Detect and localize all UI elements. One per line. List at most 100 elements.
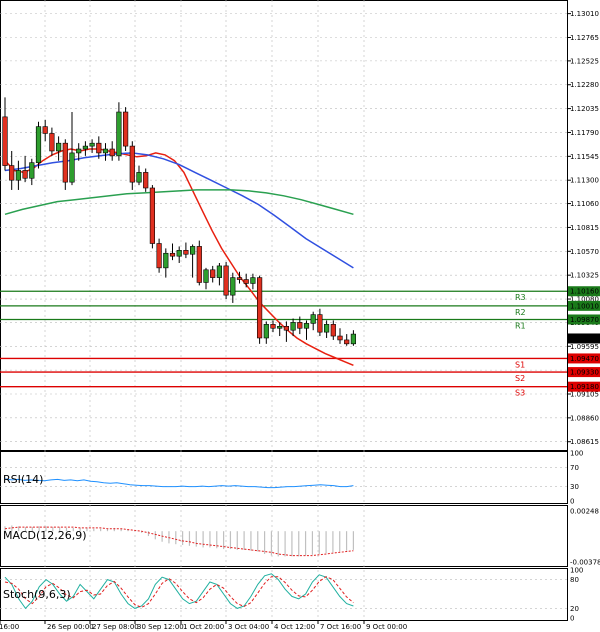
level-price-label: 1.09180 bbox=[570, 383, 599, 391]
candle bbox=[123, 107, 129, 151]
candle-body bbox=[243, 279, 249, 284]
grid bbox=[0, 0, 567, 620]
rsi-y-tick-label: 30 bbox=[570, 483, 579, 491]
candle-body bbox=[169, 252, 176, 257]
candle-body bbox=[183, 250, 189, 255]
candle bbox=[350, 330, 357, 346]
x-tick-label: 9 Oct 00:00 bbox=[366, 623, 407, 631]
candle bbox=[344, 334, 350, 346]
candle-body bbox=[149, 187, 156, 244]
y-tick-label: 1.12765 bbox=[570, 34, 599, 42]
candle bbox=[203, 267, 209, 290]
candle-body bbox=[55, 142, 62, 152]
candle-body bbox=[96, 142, 102, 154]
stoch-y-tick-label: 20 bbox=[570, 605, 579, 613]
candle bbox=[116, 102, 122, 161]
candle-body bbox=[210, 269, 216, 278]
candle bbox=[263, 321, 269, 344]
candle bbox=[136, 165, 142, 186]
x-tick-label: 16:00 bbox=[0, 623, 19, 631]
candle bbox=[89, 139, 95, 153]
y-tick-label: 1.11790 bbox=[570, 129, 599, 137]
candle-body bbox=[270, 324, 276, 329]
y-tick-label: 1.13010 bbox=[570, 10, 599, 18]
candle-body bbox=[256, 277, 263, 339]
candle-body bbox=[22, 170, 28, 179]
candle-body bbox=[277, 325, 283, 329]
candle bbox=[22, 155, 28, 183]
y-tick-label: 1.10815 bbox=[570, 224, 599, 232]
stoch-y-tick-label: 80 bbox=[570, 576, 579, 584]
candle-body bbox=[2, 116, 8, 166]
y-tick-label: 1.09595 bbox=[570, 343, 599, 351]
candle-body bbox=[317, 314, 323, 333]
y-tick-label: 1.10325 bbox=[570, 272, 599, 280]
y-tick-label: 1.11300 bbox=[570, 177, 599, 185]
candle-body bbox=[290, 322, 296, 331]
candle-body bbox=[62, 142, 68, 183]
candle-body bbox=[223, 265, 229, 296]
candle bbox=[169, 243, 176, 261]
candle bbox=[317, 308, 323, 337]
candle-body bbox=[129, 145, 135, 183]
candle-body bbox=[297, 322, 303, 329]
candle-body bbox=[156, 243, 162, 269]
candle-body bbox=[9, 165, 15, 181]
y-tick-label: 1.08860 bbox=[570, 414, 599, 422]
rsi-y-tick-label: 70 bbox=[570, 464, 579, 472]
candle-body bbox=[303, 323, 310, 329]
level-name-s1: S1 bbox=[515, 360, 525, 369]
level-price-label: 1.10010 bbox=[570, 302, 599, 310]
level-price-label: 1.09330 bbox=[570, 369, 599, 377]
candle bbox=[196, 240, 202, 286]
candle-body bbox=[263, 324, 269, 339]
candle-body bbox=[350, 333, 357, 345]
level-name-s3: S3 bbox=[515, 389, 525, 398]
candle bbox=[210, 265, 216, 283]
level-price-label: 1.09870 bbox=[570, 316, 599, 324]
x-tick-label: 4 Oct 12:00 bbox=[274, 623, 315, 631]
y-tick-label: 1.11060 bbox=[570, 200, 599, 208]
candle-body bbox=[196, 246, 202, 283]
candle bbox=[143, 168, 149, 192]
y-tick-label: 1.12035 bbox=[570, 105, 599, 113]
y-tick-label: 1.08615 bbox=[570, 438, 599, 446]
current-price-label: 1.09675 bbox=[570, 335, 599, 343]
y-tick-label: 1.12280 bbox=[570, 81, 599, 89]
candle-body bbox=[109, 148, 115, 157]
candle-body bbox=[116, 111, 122, 157]
candle bbox=[156, 238, 162, 273]
candle bbox=[323, 320, 330, 338]
candle bbox=[55, 136, 62, 161]
candle bbox=[243, 273, 249, 288]
candle-body bbox=[82, 145, 88, 150]
candle bbox=[29, 158, 35, 186]
candle-body bbox=[123, 111, 129, 147]
candle bbox=[230, 272, 236, 303]
candle bbox=[216, 262, 223, 286]
candle bbox=[15, 160, 22, 190]
candle bbox=[303, 320, 310, 340]
x-tick-label: 1 Oct 20:00 bbox=[183, 623, 224, 631]
candle-body bbox=[190, 246, 196, 255]
panel-border bbox=[0, 568, 568, 621]
candle-body bbox=[143, 172, 149, 189]
rsi-y-tick-label: 0 bbox=[570, 498, 574, 506]
candle-body bbox=[236, 277, 243, 280]
candle-body bbox=[323, 324, 330, 333]
candle-body bbox=[29, 162, 35, 179]
candle-body bbox=[89, 142, 95, 147]
x-tick-label: 26 Sep 00:00 bbox=[47, 623, 94, 631]
candle bbox=[163, 248, 169, 278]
candle-body bbox=[49, 133, 55, 152]
candle bbox=[337, 328, 343, 344]
candle-body bbox=[203, 269, 209, 283]
stoch-y-tick-label: 100 bbox=[570, 567, 583, 575]
x-tick-label: 27 Sep 08:00 bbox=[92, 623, 139, 631]
x-tick-label: 30 Sep 12:00 bbox=[137, 623, 184, 631]
rsi-line bbox=[4, 478, 354, 489]
stoch-label: Stoch(9,6,3) bbox=[3, 588, 71, 601]
candle bbox=[109, 141, 115, 161]
y-tick-label: 1.12525 bbox=[570, 57, 599, 65]
x-tick-label: 7 Oct 16:00 bbox=[320, 623, 361, 631]
